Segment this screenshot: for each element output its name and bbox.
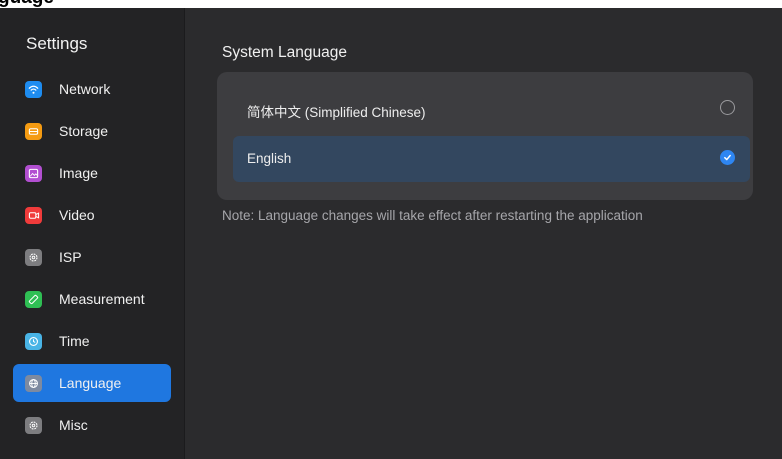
sidebar-item-isp[interactable]: ISP [13,238,171,276]
sidebar: Settings Network Storage Image Video ISP… [0,8,185,459]
language-option-chinese[interactable]: 简体中文 (Simplified Chinese) [233,86,750,132]
image-icon [25,165,42,182]
sidebar-item-time[interactable]: Time [13,322,171,360]
window-title-text: guage [0,0,54,8]
wifi-icon [25,81,42,98]
option-label: 简体中文 (Simplified Chinese) [247,105,426,120]
sidebar-item-language[interactable]: Language [13,364,171,402]
option-label: English [247,151,292,166]
restart-note: Note: Language changes will take effect … [222,208,643,223]
sidebar-item-label: Language [59,375,122,391]
storage-icon [25,123,42,140]
sidebar-item-image[interactable]: Image [13,154,171,192]
sidebar-title: Settings [26,34,88,53]
radio-checked-icon[interactable] [720,150,735,165]
window-title-fragment: guage [0,0,782,8]
gear-icon [25,249,42,266]
gear-icon [25,417,42,434]
sidebar-item-label: Storage [59,123,109,139]
sidebar-item-label: Measurement [59,291,145,307]
language-options-panel: 简体中文 (Simplified Chinese) English [217,72,753,200]
sidebar-item-misc[interactable]: Misc [13,406,171,444]
sidebar-item-label: Video [59,207,95,223]
radio-unchecked-icon[interactable] [720,100,735,115]
sidebar-item-network[interactable]: Network [13,70,171,108]
sidebar-item-storage[interactable]: Storage [13,112,171,150]
sidebar-item-label: Time [59,333,90,349]
sidebar-item-label: ISP [59,249,82,265]
section-title: System Language [222,44,347,61]
settings-app: Settings Network Storage Image Video ISP… [0,8,782,459]
language-option-english[interactable]: English [233,136,750,182]
sidebar-item-label: Image [59,165,98,181]
ruler-icon [25,291,42,308]
clock-icon [25,333,42,350]
sidebar-item-label: Misc [59,417,88,433]
sidebar-item-measurement[interactable]: Measurement [13,280,171,318]
video-icon [25,207,42,224]
sidebar-item-video[interactable]: Video [13,196,171,234]
globe-icon [25,375,42,392]
sidebar-item-label: Network [59,81,111,97]
main-content: System Language 简体中文 (Simplified Chinese… [185,8,782,459]
